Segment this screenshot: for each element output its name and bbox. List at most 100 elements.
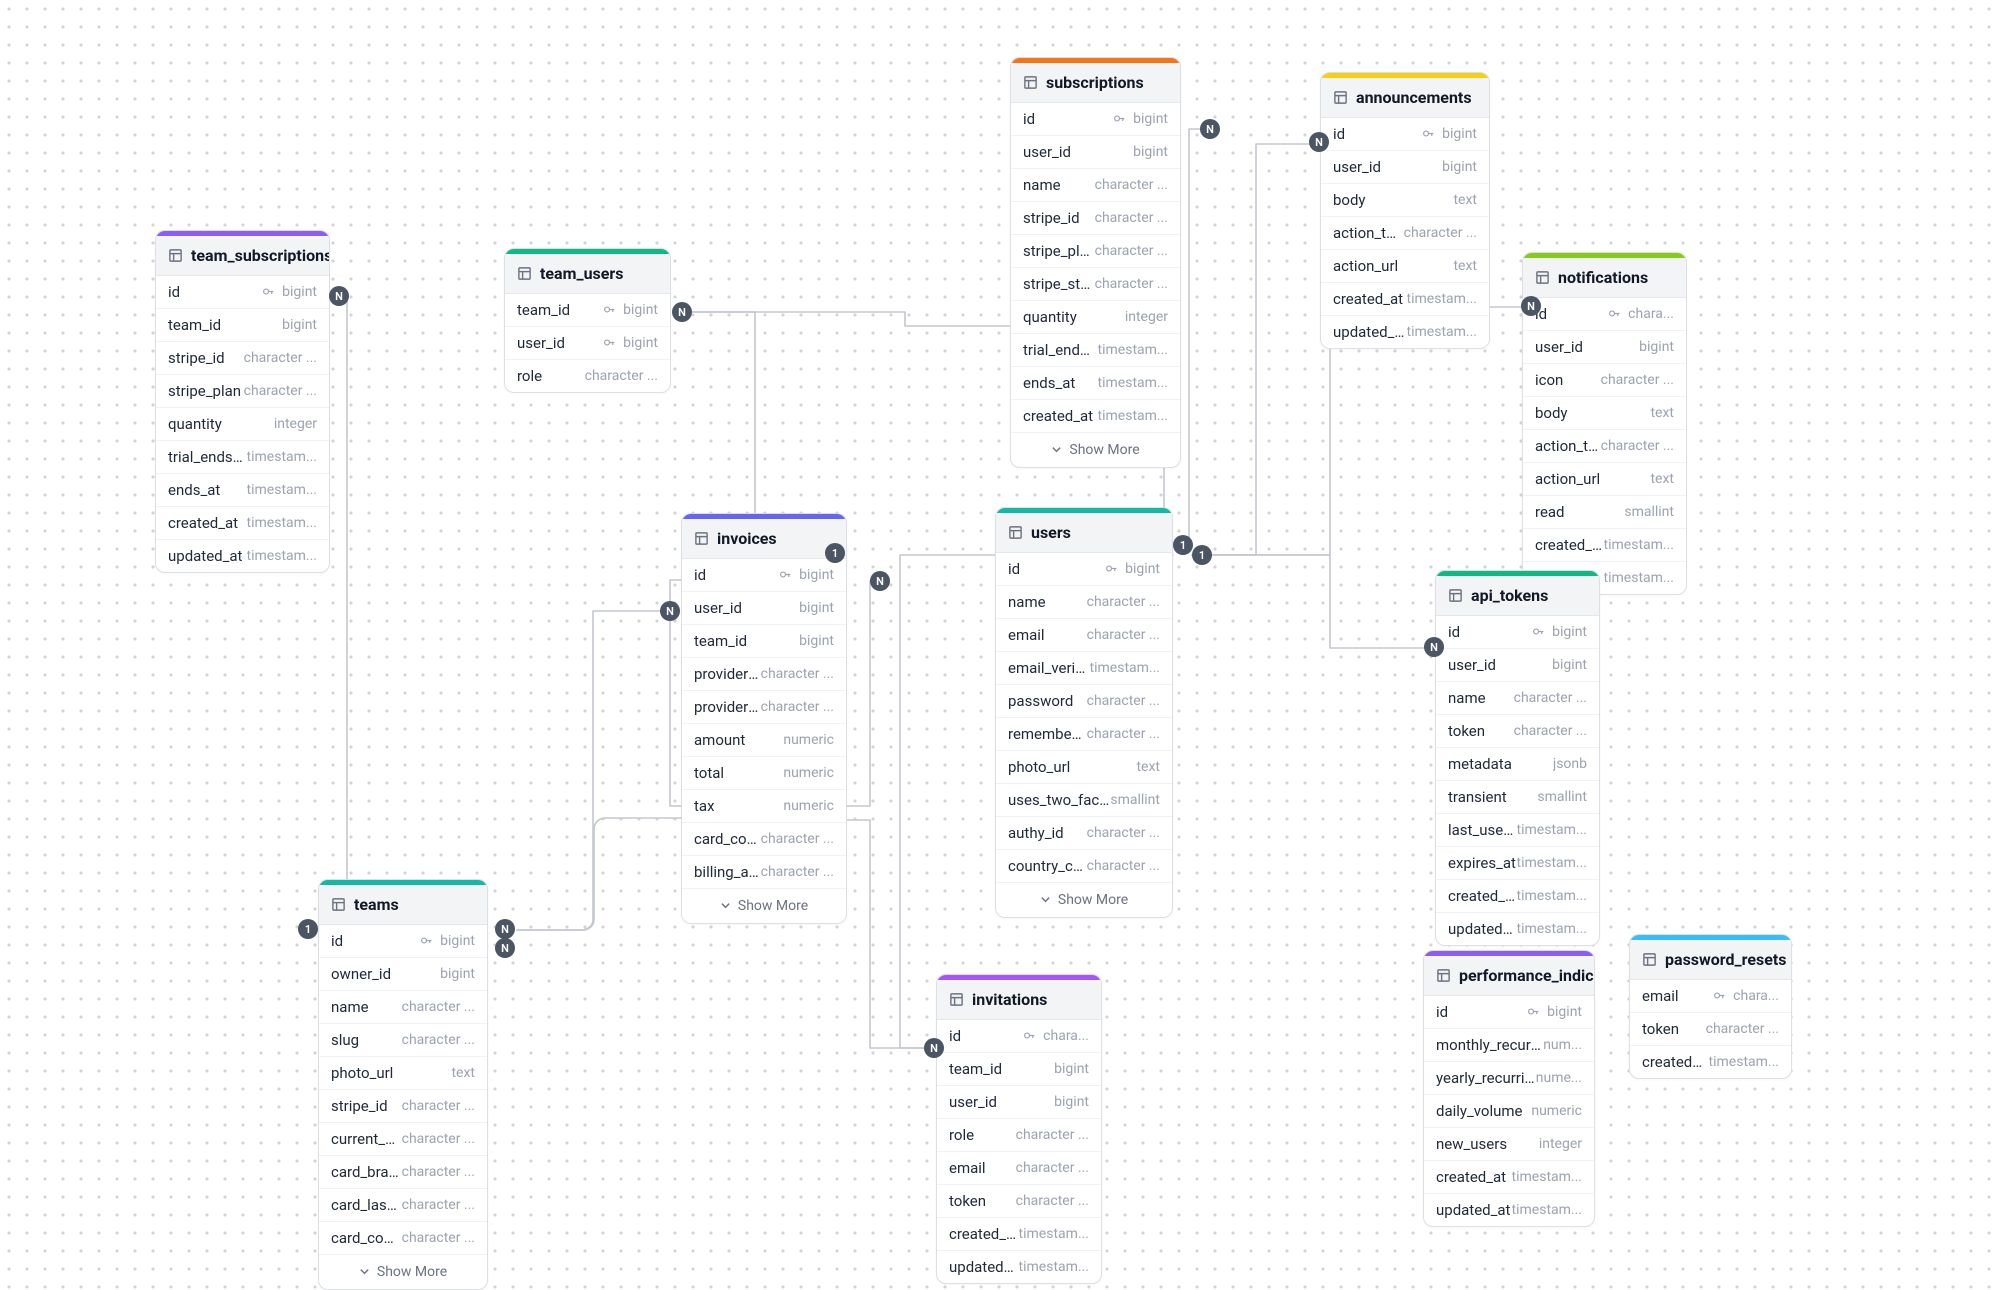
column-row[interactable]: daily_volumenumeric [1424, 1095, 1594, 1128]
column-row[interactable]: idbigint [682, 559, 846, 592]
column-row[interactable]: provider_plancharacter ... [682, 691, 846, 724]
column-row[interactable]: quantityinteger [1011, 301, 1180, 334]
table-header[interactable]: announcements [1321, 78, 1489, 118]
column-row[interactable]: stripe_idcharacter ... [319, 1090, 487, 1123]
column-row[interactable]: emailchara... [1630, 980, 1791, 1013]
column-row[interactable]: card_brandcharacter ... [319, 1156, 487, 1189]
column-row[interactable]: trial_ends_attimestam... [1011, 334, 1180, 367]
column-row[interactable]: created_attimestam... [1436, 880, 1599, 913]
column-row[interactable]: amountnumeric [682, 724, 846, 757]
column-row[interactable]: stripe_plancharacter ... [1011, 235, 1180, 268]
table-api_tokens[interactable]: api_tokensidbigintuser_idbigintnamechara… [1435, 570, 1600, 946]
column-row[interactable]: idbigint [1436, 616, 1599, 649]
column-row[interactable]: rolecharacter ... [937, 1119, 1101, 1152]
column-row[interactable]: emailcharacter ... [996, 619, 1172, 652]
column-row[interactable]: photo_urltext [996, 751, 1172, 784]
column-row[interactable]: new_usersinteger [1424, 1128, 1594, 1161]
column-row[interactable]: action_textcharacter ... [1321, 217, 1489, 250]
column-row[interactable]: updated_attimestam... [156, 540, 329, 572]
column-row[interactable]: passwordcharacter ... [996, 685, 1172, 718]
column-row[interactable]: taxnumeric [682, 790, 846, 823]
column-row[interactable]: action_urltext [1321, 250, 1489, 283]
column-row[interactable]: tokencharacter ... [1630, 1013, 1791, 1046]
column-row[interactable]: transientsmallint [1436, 781, 1599, 814]
column-row[interactable]: tokencharacter ... [1436, 715, 1599, 748]
column-row[interactable]: created_attimestam... [1630, 1046, 1791, 1078]
column-row[interactable]: idbigint [156, 276, 329, 309]
column-row[interactable]: bodytext [1523, 397, 1686, 430]
column-row[interactable]: namecharacter ... [996, 586, 1172, 619]
column-row[interactable]: idbigint [319, 925, 487, 958]
table-users[interactable]: usersidbigintnamecharacter ...emailchara… [995, 507, 1173, 918]
column-row[interactable]: team_idbigint [156, 309, 329, 342]
column-row[interactable]: last_used_attimestam... [1436, 814, 1599, 847]
column-row[interactable]: metadatajsonb [1436, 748, 1599, 781]
column-row[interactable]: emailcharacter ... [937, 1152, 1101, 1185]
column-row[interactable]: updated_attimestam... [1436, 913, 1599, 945]
table-team_subscriptions[interactable]: team_subscriptionsidbigintteam_idbigints… [155, 230, 330, 573]
column-row[interactable]: user_idbigint [1523, 331, 1686, 364]
column-row[interactable]: created_attimestam... [156, 507, 329, 540]
column-row[interactable]: stripe_idcharacter ... [1011, 202, 1180, 235]
column-row[interactable]: created_attimestam... [1424, 1161, 1594, 1194]
table-password_resets[interactable]: password_resetsemailchara...tokencharact… [1629, 934, 1792, 1079]
column-row[interactable]: namecharacter ... [319, 991, 487, 1024]
table-header[interactable]: team_users [505, 254, 670, 294]
column-row[interactable]: ends_attimestam... [156, 474, 329, 507]
column-row[interactable]: photo_urltext [319, 1057, 487, 1090]
column-row[interactable]: stripe_statuscharacter ... [1011, 268, 1180, 301]
column-row[interactable]: current_billing_p...character ... [319, 1123, 487, 1156]
table-team_users[interactable]: team_usersteam_idbigintuser_idbigintrole… [504, 248, 671, 393]
column-row[interactable]: remember_tokencharacter ... [996, 718, 1172, 751]
column-row[interactable]: quantityinteger [156, 408, 329, 441]
column-row[interactable]: card_countrycharacter ... [319, 1222, 487, 1255]
table-teams[interactable]: teamsidbigintowner_idbigintnamecharacter… [318, 879, 488, 1290]
column-row[interactable]: authy_idcharacter ... [996, 817, 1172, 850]
column-row[interactable]: ends_attimestam... [1011, 367, 1180, 400]
column-row[interactable]: user_idbigint [682, 592, 846, 625]
column-row[interactable]: created_attimestam... [937, 1218, 1101, 1251]
table-header[interactable]: team_subscriptions [156, 236, 329, 276]
column-row[interactable]: action_urltext [1523, 463, 1686, 496]
table-notifications[interactable]: notificationsidchara...user_idbiginticon… [1522, 252, 1687, 595]
column-row[interactable]: action_textcharacter ... [1523, 430, 1686, 463]
table-invitations[interactable]: invitationsidchara...team_idbigintuser_i… [936, 974, 1102, 1284]
column-row[interactable]: updated_attimestam... [1424, 1194, 1594, 1226]
column-row[interactable]: idchara... [1523, 298, 1686, 331]
column-row[interactable]: team_idbigint [937, 1053, 1101, 1086]
column-row[interactable]: card_last_fourcharacter ... [319, 1189, 487, 1222]
table-header[interactable]: teams [319, 885, 487, 925]
column-row[interactable]: idbigint [1321, 118, 1489, 151]
table-header[interactable]: subscriptions [1011, 63, 1180, 103]
column-row[interactable]: user_idbigint [1436, 649, 1599, 682]
column-row[interactable]: trial_ends_attimestam... [156, 441, 329, 474]
table-header[interactable]: users [996, 513, 1172, 553]
column-row[interactable]: created_attimestam... [1523, 529, 1686, 562]
table-header[interactable]: password_resets [1630, 940, 1791, 980]
column-row[interactable]: uses_two_factor_authsmallint [996, 784, 1172, 817]
table-announcements[interactable]: announcementsidbigintuser_idbigintbodyte… [1320, 72, 1490, 349]
column-row[interactable]: idbigint [1011, 103, 1180, 136]
show-more-button[interactable]: Show More [1011, 433, 1180, 467]
column-row[interactable]: idbigint [996, 553, 1172, 586]
show-more-button[interactable]: Show More [319, 1255, 487, 1289]
column-row[interactable]: created_attimestam... [1321, 283, 1489, 316]
column-row[interactable]: monthly_recurring_re...num... [1424, 1029, 1594, 1062]
column-row[interactable]: card_countrycharacter ... [682, 823, 846, 856]
column-row[interactable]: email_verified_attimestam... [996, 652, 1172, 685]
column-row[interactable]: rolecharacter ... [505, 360, 670, 392]
column-row[interactable]: provider_idcharacter ... [682, 658, 846, 691]
column-row[interactable]: user_idbigint [1011, 136, 1180, 169]
column-row[interactable]: team_idbigint [682, 625, 846, 658]
column-row[interactable]: bodytext [1321, 184, 1489, 217]
column-row[interactable]: iconcharacter ... [1523, 364, 1686, 397]
column-row[interactable]: billing_addresscharacter ... [682, 856, 846, 889]
column-row[interactable]: country_codecharacter ... [996, 850, 1172, 883]
column-row[interactable]: tokencharacter ... [937, 1185, 1101, 1218]
table-invoices[interactable]: invoicesidbigintuser_idbigintteam_idbigi… [681, 513, 847, 924]
show-more-button[interactable]: Show More [682, 889, 846, 923]
column-row[interactable]: stripe_idcharacter ... [156, 342, 329, 375]
show-more-button[interactable]: Show More [996, 883, 1172, 917]
table-subscriptions[interactable]: subscriptionsidbigintuser_idbigintnamech… [1010, 57, 1181, 468]
table-header[interactable]: api_tokens [1436, 576, 1599, 616]
